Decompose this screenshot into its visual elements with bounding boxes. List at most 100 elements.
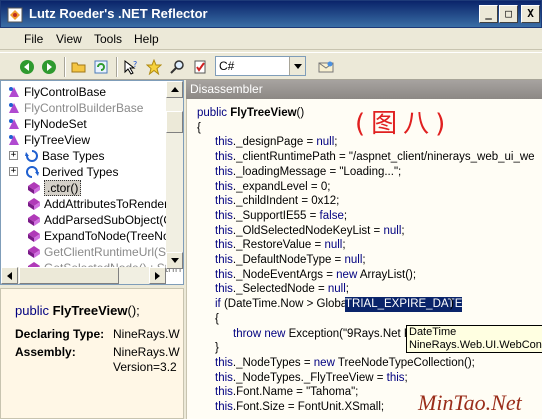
assembly-browser-tree[interactable]: FlyControlBase FlyControlBuilderBase FlyNo… (0, 80, 184, 285)
tree-item-label: FlyNodeSet (24, 117, 87, 131)
mail-icon (318, 61, 334, 73)
scroll-left-button[interactable] (1, 267, 18, 284)
tree-item[interactable]: FlyNodeSet (7, 116, 87, 132)
search-icon (170, 60, 184, 74)
help-button[interactable]: ? (122, 58, 140, 76)
tree-horizontal-scrollbar[interactable] (1, 267, 166, 284)
method-icon (27, 245, 41, 259)
forward-button[interactable] (40, 58, 58, 76)
derived-types-icon (25, 165, 39, 179)
tooltip-title: DateTime (409, 326, 457, 338)
signature-suffix: (); (127, 303, 140, 318)
declaring-type-value[interactable]: NineRays.W (113, 327, 180, 341)
mail-button[interactable] (317, 58, 335, 76)
method-icon (27, 181, 41, 195)
tree-item[interactable]: AddAttributesToRender(H (27, 196, 181, 212)
svg-text:?: ? (133, 60, 137, 69)
toolbar-separator (116, 57, 118, 77)
back-button[interactable] (18, 58, 36, 76)
tree-item-label: AddParsedSubObject(Obj (44, 213, 183, 227)
member-info-panel: public FlyTreeView(); Declaring Type: Ni… (0, 288, 184, 419)
tree-item[interactable]: .ctor() (27, 180, 82, 196)
language-select[interactable]: C# (215, 56, 306, 76)
minimize-button[interactable]: _ (479, 5, 498, 23)
disassembler-code-view[interactable]: public FlyTreeView(){this._designPage = … (186, 99, 542, 419)
base-types-icon (25, 149, 39, 163)
code-line[interactable]: { (197, 121, 201, 136)
horizontal-scroll-thumb[interactable] (19, 267, 119, 284)
scroll-right-icon (155, 271, 160, 280)
tree-item[interactable]: GetClientRuntimeUrl(Strin (27, 244, 183, 260)
code-line[interactable]: this._NodeTypes = new TreeNodeTypeCollec… (215, 356, 475, 371)
code-line[interactable]: this._clientRuntimePath = "/aspnet_clien… (215, 150, 535, 165)
tree-item[interactable]: AddParsedSubObject(Obj (27, 212, 182, 228)
refresh-button[interactable] (92, 58, 110, 76)
expand-toggle-icon[interactable]: + (9, 151, 18, 160)
signature-modifier: public (15, 303, 53, 318)
tree-item[interactable]: + Derived Types (9, 164, 118, 180)
maximize-button[interactable]: □ (499, 5, 518, 23)
code-line[interactable]: this._expandLevel = 0; (215, 180, 330, 195)
refresh-icon (94, 60, 108, 74)
code-line[interactable]: this._RestoreValue = null; (215, 238, 346, 253)
scroll-right-button[interactable] (149, 267, 166, 284)
code-line[interactable]: this._loadingMessage = "Loading..."; (215, 165, 401, 180)
toolbar-separator (64, 57, 66, 77)
scroll-thumb[interactable] (166, 111, 183, 133)
open-button[interactable] (70, 58, 88, 76)
tree-item-label: FlyTreeView (24, 133, 91, 147)
tree-item[interactable]: ExpandToNode(TreeNode (27, 228, 183, 244)
tree-item[interactable]: FlyControlBase (7, 84, 106, 100)
favorites-button[interactable] (145, 58, 163, 76)
tree-item[interactable]: FlyControlBuilderBase (7, 100, 143, 116)
code-line[interactable]: this._childIndent = 0x12; (215, 194, 339, 209)
menu-tools[interactable]: Tools (94, 32, 122, 46)
code-line[interactable]: public FlyTreeView() (197, 106, 304, 121)
expand-toggle-icon[interactable]: + (9, 167, 18, 176)
back-icon (20, 60, 34, 74)
favorites-icon (146, 59, 162, 75)
tree-vertical-scrollbar[interactable] (166, 81, 183, 269)
code-line[interactable]: this._SupportIE55 = false; (215, 209, 347, 224)
tree-item[interactable]: + Base Types (9, 148, 104, 164)
menu-file[interactable]: File (24, 32, 43, 46)
code-line[interactable]: this._designPage = null; (215, 135, 337, 150)
code-line[interactable]: this._OldSelectedNodeKeyList = null; (215, 224, 405, 239)
signature-name[interactable]: FlyTreeView (53, 303, 128, 318)
help-icon: ? (124, 59, 137, 75)
code-line[interactable]: this._NodeTypes._FlyTreeView = this; (215, 371, 408, 386)
reflector-app-icon (7, 7, 23, 23)
member-signature: public FlyTreeView(); (15, 303, 140, 318)
tooltip-detail: NineRays.Web.UI.WebControls (409, 339, 542, 351)
code-line[interactable]: this._NodeEventArgs = new ArrayList(); (215, 268, 416, 283)
scroll-down-button[interactable] (166, 252, 183, 269)
declaring-type-label: Declaring Type: (15, 327, 105, 341)
scroll-up-button[interactable] (166, 81, 183, 98)
scroll-left-icon (7, 271, 12, 280)
menu-view[interactable]: View (56, 32, 82, 46)
bookmark-button[interactable] (191, 58, 209, 76)
title-bar[interactable]: Lutz Roeder's .NET Reflector _ □ X (0, 0, 542, 28)
code-line[interactable]: this._SelectedNode = null; (215, 282, 349, 297)
tree-item-label: .ctor() (44, 180, 82, 196)
assembly-value[interactable]: NineRays.W (113, 345, 180, 359)
code-line[interactable]: ) (450, 297, 454, 312)
code-line[interactable]: { (215, 312, 219, 327)
menu-help[interactable]: Help (134, 32, 159, 46)
type-icon (7, 133, 21, 147)
open-icon (71, 62, 86, 73)
tree-item-label: AddAttributesToRender(H (44, 197, 181, 211)
code-line[interactable]: } (215, 341, 219, 356)
highlighted-token[interactable]: TRIAL_EXPIRE_DATE (345, 297, 463, 312)
dropdown-arrow-icon[interactable] (289, 57, 305, 75)
code-line[interactable]: this.Font.Size = FontUnit.XSmall; (215, 400, 384, 415)
language-select-value: C# (219, 59, 235, 73)
code-line[interactable]: this.Font.Name = "Tahoma"; (215, 385, 358, 400)
code-line[interactable]: if (DateTime.Now > Global. (215, 297, 353, 312)
close-button[interactable]: X (521, 5, 540, 23)
tree-item-label: GetClientRuntimeUrl(Strin (44, 245, 183, 259)
code-line[interactable]: this._DefaultNodeType = null; (215, 253, 366, 268)
tree-item[interactable]: FlyTreeView (7, 132, 90, 148)
menu-bar: File View Tools Help (0, 28, 542, 50)
search-button[interactable] (168, 58, 186, 76)
